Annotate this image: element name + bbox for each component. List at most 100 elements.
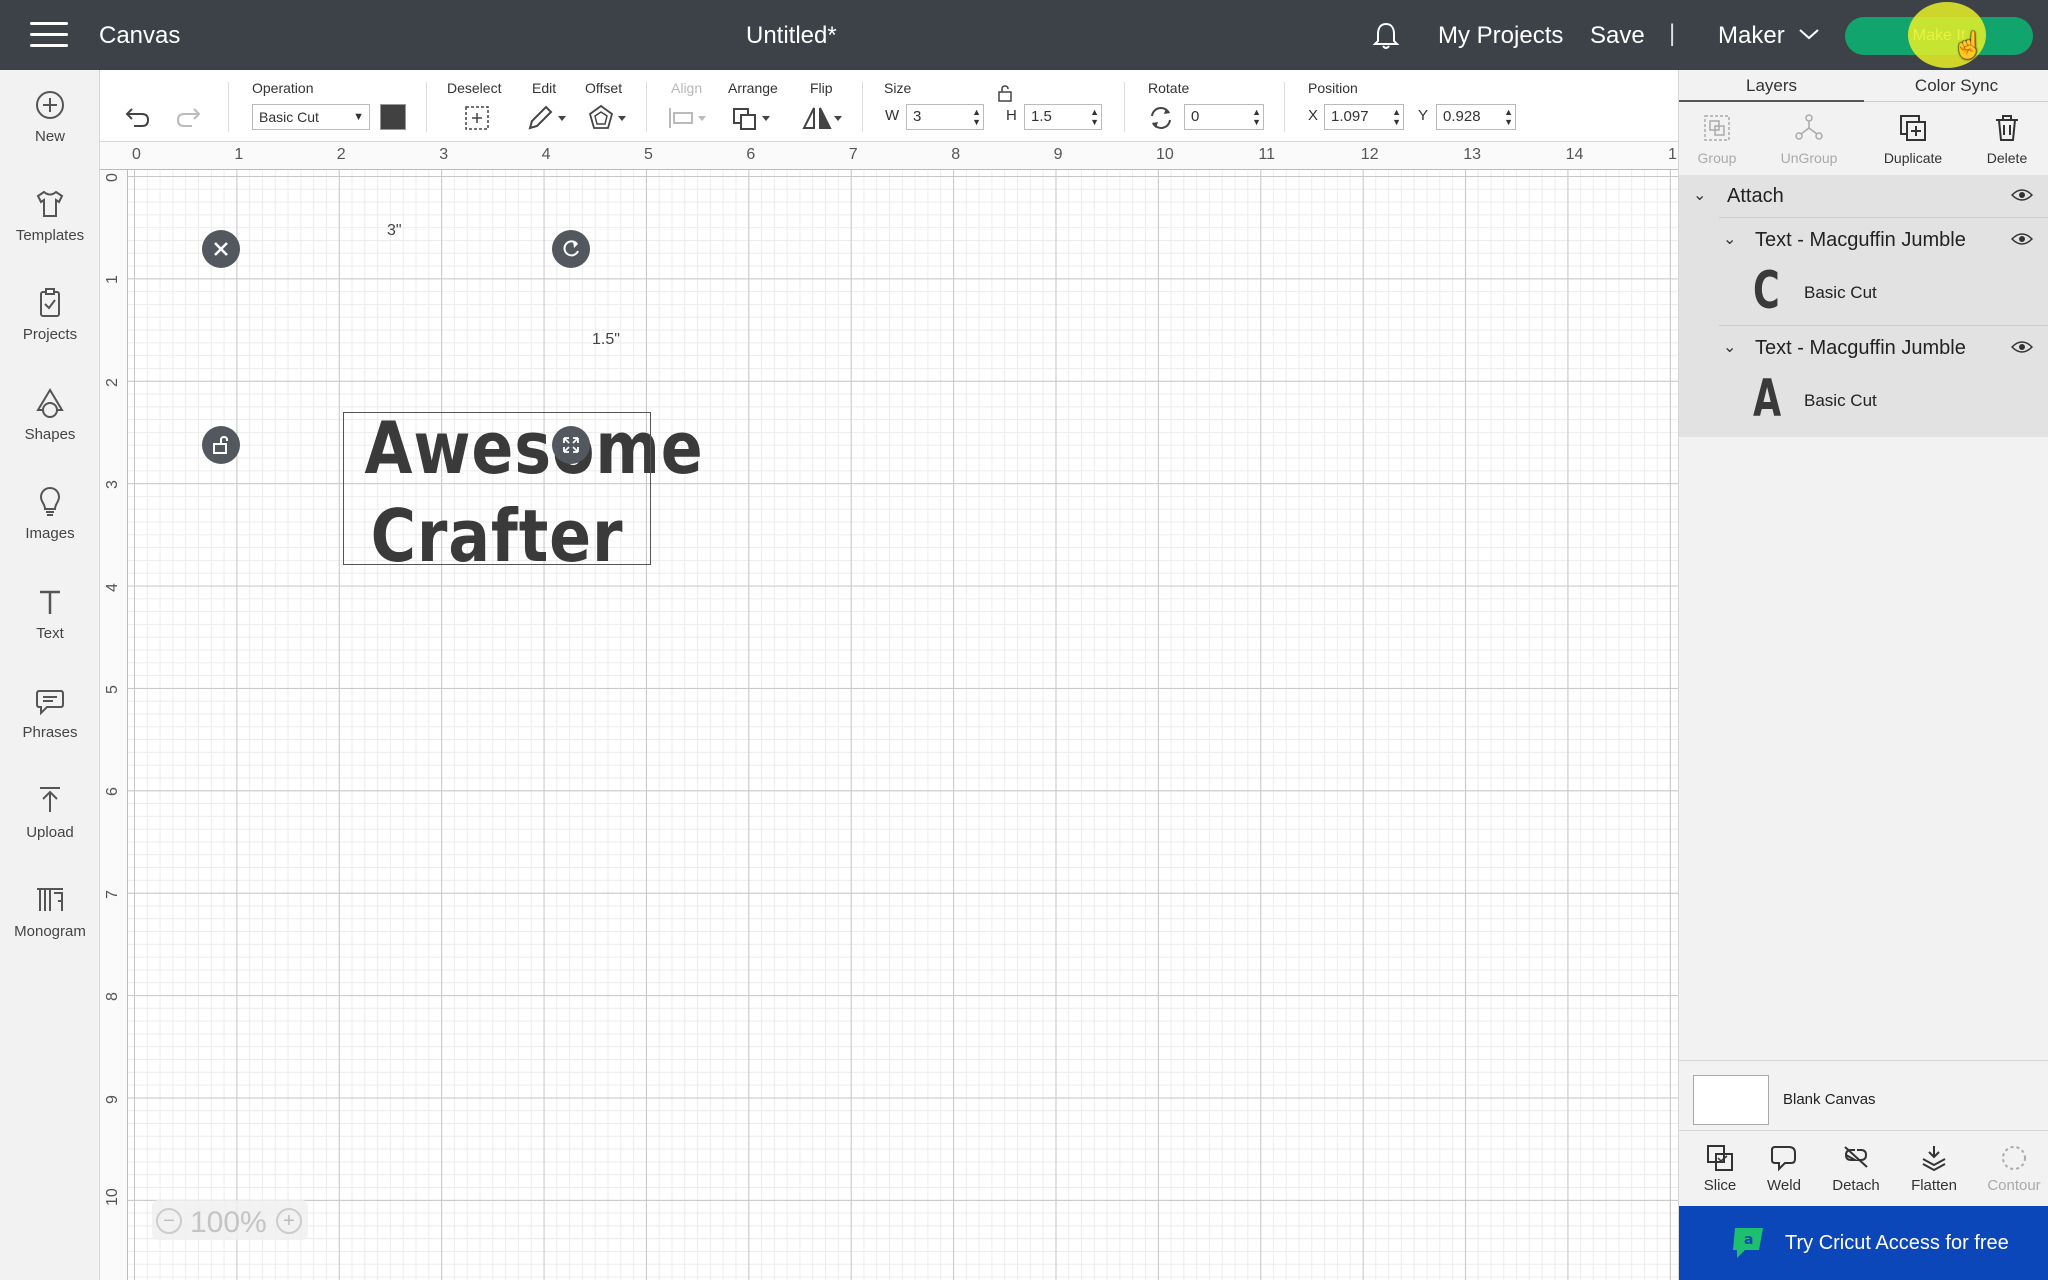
flatten-button[interactable]: Flatten — [1899, 1143, 1969, 1194]
sidebar-item-upload[interactable]: Upload — [0, 784, 100, 868]
blank-canvas-label: Blank Canvas — [1783, 1091, 1876, 1108]
top-bar: Canvas Untitled* My Projects Save | Make… — [0, 0, 2048, 70]
toolbar-separator — [426, 82, 427, 132]
zoom-in-button[interactable]: + — [276, 1208, 302, 1234]
chevron-down-icon[interactable]: ⌄ — [1723, 337, 1736, 357]
hamburger-menu-icon[interactable] — [30, 22, 68, 48]
sidebar-item-shapes[interactable]: Shapes — [0, 386, 100, 470]
sidebar-item-text[interactable]: Text — [0, 585, 100, 669]
stepper-icon[interactable]: ▲ ▼ — [1392, 107, 1401, 127]
chevron-down-icon[interactable]: ⌄ — [1693, 185, 1706, 205]
rotate-handle-icon[interactable] — [552, 230, 590, 268]
operation-color-swatch[interactable] — [380, 104, 406, 130]
delete-handle-close-icon[interactable] — [202, 230, 240, 268]
stepper-icon[interactable]: ▲ ▼ — [1090, 107, 1099, 127]
sidebar-item-label: Monogram — [14, 923, 86, 940]
ungroup-button[interactable]: UnGroup — [1769, 112, 1849, 166]
duplicate-button[interactable]: Duplicate — [1873, 112, 1953, 166]
edit-label: Edit — [532, 80, 557, 96]
canvas-grid[interactable] — [128, 170, 1678, 1280]
flip-icon[interactable] — [800, 104, 846, 132]
layer-row-text[interactable]: ⌄ Text - Macguffin Jumble — [1679, 219, 2048, 261]
save-button[interactable]: Save — [1590, 22, 1645, 50]
zoom-out-button[interactable]: − — [156, 1208, 182, 1234]
blank-canvas-thumbnail[interactable] — [1693, 1075, 1769, 1125]
toolbar-separator — [1284, 82, 1285, 132]
arrange-label: Arrange — [728, 80, 778, 96]
sidebar-item-images[interactable]: Images — [0, 485, 100, 569]
redo-icon[interactable] — [172, 104, 206, 132]
flip-label: Flip — [810, 80, 833, 96]
make-it-button[interactable]: Make It — [1845, 17, 2033, 55]
selection-bounding-box[interactable] — [343, 412, 651, 565]
stepper-icon[interactable]: ▲ ▼ — [1504, 107, 1513, 127]
layer-row-text[interactable]: ⌄ Text - Macguffin Jumble — [1679, 327, 2048, 369]
stepper-icon[interactable]: ▲ ▼ — [1252, 107, 1261, 127]
caret-down-icon: ▼ — [353, 111, 364, 123]
ruler-number: 1 — [104, 275, 121, 285]
resize-handle-icon[interactable] — [552, 426, 590, 464]
sidebar-item-phrases[interactable]: Phrases — [0, 684, 100, 768]
ungroup-icon — [1795, 114, 1823, 140]
ruler-number: 6 — [104, 787, 121, 797]
detach-icon — [1844, 1146, 1868, 1168]
deselect-icon[interactable] — [460, 104, 494, 132]
sidebar-item-label: Phrases — [22, 724, 78, 741]
y-position-input[interactable]: 0.928 ▲ ▼ — [1436, 104, 1516, 130]
tab-layers[interactable]: Layers — [1679, 70, 1864, 102]
operation-label: Operation — [252, 80, 314, 96]
offset-icon[interactable] — [584, 104, 630, 132]
horizontal-ruler: 0 1 2 3 4 5 6 7 8 9 10 11 12 13 14 1 — [100, 142, 1678, 170]
upload-icon — [40, 787, 60, 812]
rotate-icon[interactable] — [1144, 104, 1178, 132]
ruler-number: 10 — [1156, 146, 1174, 163]
machine-selector[interactable]: Maker — [1718, 22, 1819, 50]
my-projects-link[interactable]: My Projects — [1438, 22, 1563, 50]
x-position-input[interactable]: 1.097 ▲ ▼ — [1324, 104, 1404, 130]
duplicate-icon — [1900, 115, 1926, 141]
sidebar-item-new[interactable]: New — [0, 88, 100, 172]
ruler-number: 1 — [1668, 146, 1677, 163]
edit-toolbar: Operation Basic Cut ▼ Deselect Edit Offs… — [100, 70, 1678, 142]
eye-icon[interactable] — [2011, 231, 2033, 247]
delete-button[interactable]: Delete — [1967, 112, 2047, 166]
tab-color-sync[interactable]: Color Sync — [1864, 70, 2048, 102]
rotate-label: Rotate — [1148, 80, 1190, 96]
cricut-access-banner[interactable]: a Try Cricut Access for free — [1679, 1206, 2048, 1280]
sidebar-item-templates[interactable]: Templates — [0, 187, 100, 271]
ruler-number: 8 — [104, 992, 121, 1002]
lock-icon[interactable] — [997, 84, 1013, 102]
chevron-down-icon — [1799, 29, 1819, 40]
layer-item[interactable]: C Basic Cut — [1679, 261, 2048, 325]
undo-icon[interactable] — [120, 104, 154, 132]
width-input[interactable]: 3 ▲ ▼ — [906, 104, 984, 130]
sidebar-item-monogram[interactable]: Monogram — [0, 883, 100, 967]
operation-select[interactable]: Basic Cut ▼ — [252, 104, 370, 130]
rotate-input[interactable]: 0 ▲ ▼ — [1184, 104, 1264, 130]
arrange-icon[interactable] — [730, 104, 776, 132]
cricut-access-text: Try Cricut Access for free — [1785, 1232, 2009, 1254]
layer-row-attach[interactable]: ⌄ Attach — [1679, 175, 2048, 217]
slice-button[interactable]: Slice — [1685, 1143, 1755, 1194]
notification-bell-icon[interactable] — [1370, 20, 1402, 52]
document-title[interactable]: Untitled* — [746, 22, 837, 50]
ruler-number: 11 — [1258, 146, 1275, 163]
width-dimension-label: 3" — [387, 222, 402, 239]
design-canvas[interactable]: 0 1 2 3 4 5 6 7 8 9 10 11 12 13 14 1 0 1 2 3 4 5 6 7 8 9 10 Aweso… — [100, 142, 1678, 1280]
layer-item[interactable]: A Basic Cut — [1679, 369, 2048, 433]
stepper-icon[interactable]: ▲ ▼ — [972, 107, 981, 127]
chevron-down-icon[interactable]: ⌄ — [1723, 229, 1736, 249]
align-icon[interactable] — [666, 104, 712, 132]
height-input[interactable]: 1.5 ▲ ▼ — [1024, 104, 1102, 130]
weld-button[interactable]: Weld — [1749, 1143, 1819, 1194]
contour-button[interactable]: Contour — [1979, 1143, 2048, 1194]
eye-icon[interactable] — [2011, 187, 2033, 203]
unlock-handle-icon[interactable] — [202, 426, 240, 464]
sidebar-item-label: New — [34, 128, 65, 145]
edit-pen-icon[interactable] — [524, 104, 570, 132]
group-button[interactable]: Group — [1677, 112, 1757, 166]
sidebar-item-projects[interactable]: Projects — [0, 286, 100, 370]
detach-button[interactable]: Detach — [1821, 1143, 1891, 1194]
eye-icon[interactable] — [2011, 339, 2033, 355]
width-value: 3 — [913, 108, 922, 125]
